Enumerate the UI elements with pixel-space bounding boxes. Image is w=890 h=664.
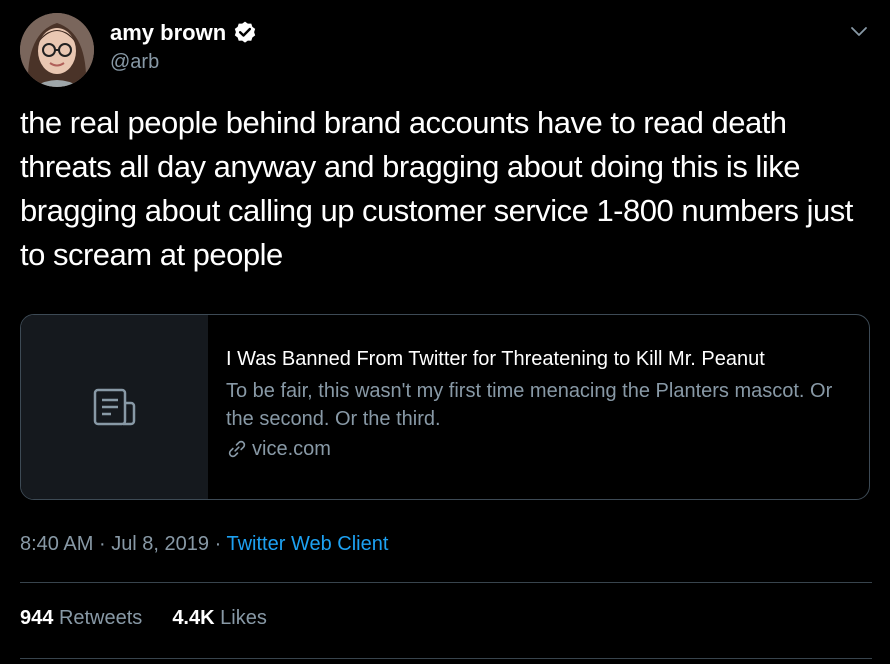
- article-icon: [93, 388, 135, 426]
- tweet-meta: 8:40 AM · Jul 8, 2019 · Twitter Web Clie…: [20, 533, 388, 556]
- link-card-domain-row: vice.com: [226, 435, 851, 463]
- likes-label: Likes: [220, 607, 267, 629]
- link-card-title: I Was Banned From Twitter for Threatenin…: [226, 348, 765, 370]
- retweets-count: 944: [20, 607, 54, 629]
- link-icon: [228, 440, 246, 458]
- tweet-time[interactable]: 8:40 AM: [20, 533, 93, 555]
- retweets-stat[interactable]: 944 Retweets: [20, 607, 142, 630]
- likes-count: 4.4K: [172, 607, 215, 629]
- meta-separator: ·: [214, 533, 222, 555]
- link-card-description: To be fair, this wasn't my first time me…: [226, 380, 833, 430]
- meta-separator: ·: [98, 533, 106, 555]
- author-handle[interactable]: @arb: [110, 51, 159, 74]
- author-display-name[interactable]: amy brown: [110, 20, 226, 46]
- link-card-domain: vice.com: [252, 438, 331, 460]
- avatar-image: [20, 13, 94, 87]
- avatar[interactable]: [20, 13, 94, 87]
- likes-stat[interactable]: 4.4K Likes: [172, 607, 267, 630]
- verified-badge-icon: [234, 21, 256, 43]
- tweet-text: the real people behind brand accounts ha…: [20, 105, 853, 272]
- author-name[interactable]: amy brown: [110, 20, 258, 46]
- link-card[interactable]: I Was Banned From Twitter for Threatenin…: [20, 314, 870, 500]
- divider: [20, 582, 872, 583]
- link-card-body: I Was Banned From Twitter for Threatenin…: [208, 315, 869, 499]
- chevron-down-icon[interactable]: [848, 20, 870, 42]
- tweet-date[interactable]: Jul 8, 2019: [111, 533, 209, 555]
- divider: [20, 658, 872, 659]
- link-card-thumbnail: [21, 315, 208, 499]
- retweets-label: Retweets: [58, 607, 143, 629]
- tweet-stats: 944 Retweets 4.4K Likes: [20, 607, 267, 630]
- tweet-client-link[interactable]: Twitter Web Client: [226, 533, 388, 555]
